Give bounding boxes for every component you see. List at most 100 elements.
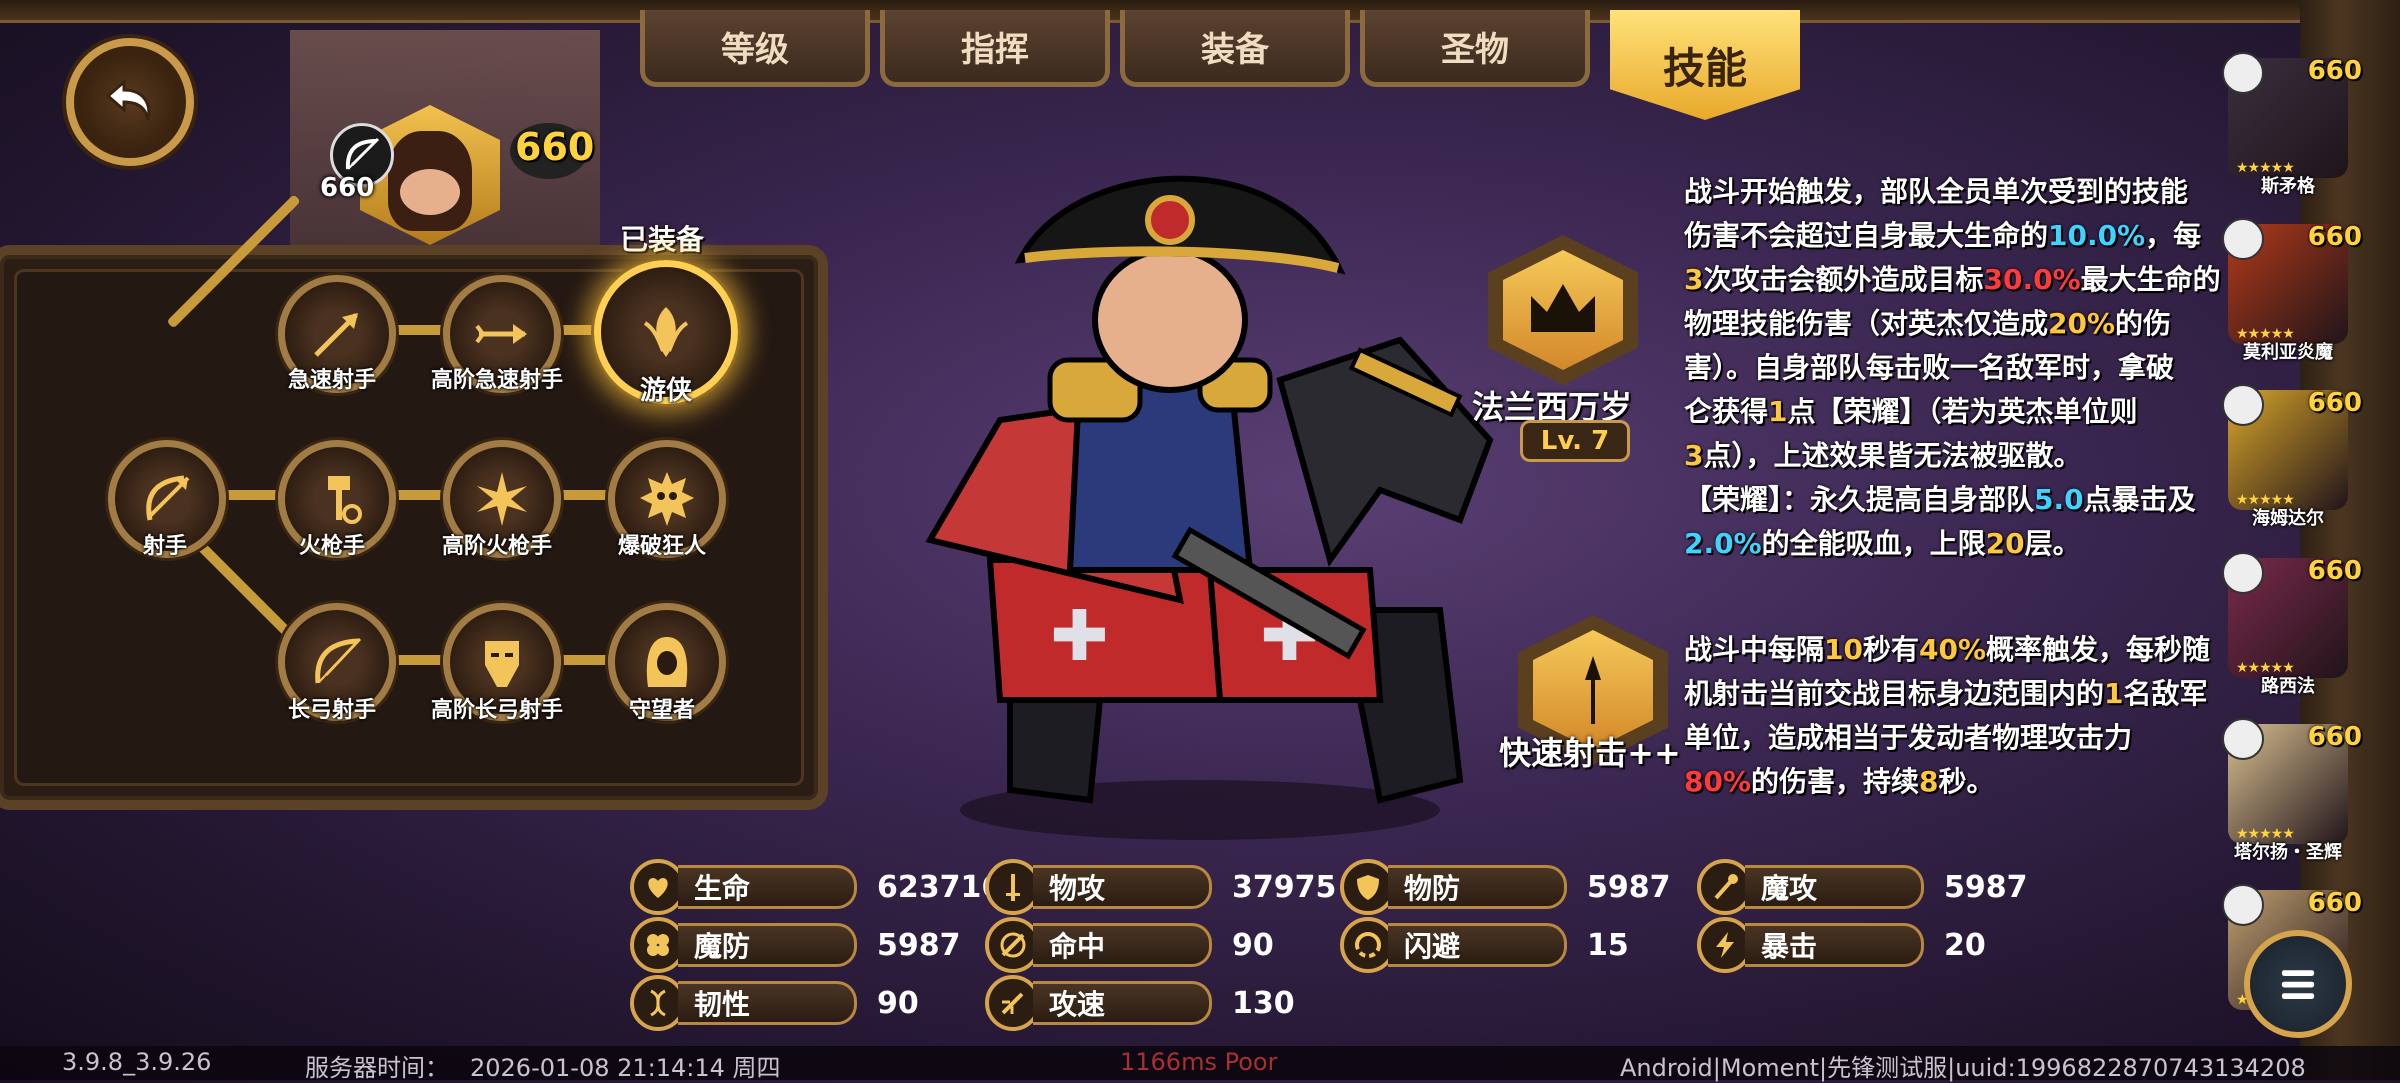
description-line: 伤害不会超过自身最大生命的10.0%，每	[1684, 214, 2244, 258]
hero-card-name: 海姆达尔	[2252, 508, 2324, 529]
stat-dodge[interactable]: 闪避 15	[1340, 917, 1629, 973]
description-segment: 名敌军	[2123, 677, 2208, 710]
description-segment: 80%	[1684, 765, 1752, 798]
stat-label: 物防	[1388, 865, 1567, 909]
description-line: 战斗中每隔10秒有40%概率触发，每秒随	[1684, 628, 2244, 672]
bow-arrow-icon	[146, 475, 190, 521]
class-icon	[2222, 52, 2264, 94]
stat-label: 魔攻	[1745, 865, 1924, 909]
tab-equipment[interactable]: 装备	[1120, 10, 1350, 87]
class-label: 高阶长弓射手	[430, 698, 564, 723]
hood-icon	[646, 637, 688, 687]
tab-skills[interactable]: 技能	[1610, 10, 1800, 120]
description-segment: 伤害不会超过自身最大生命的	[1684, 219, 2049, 252]
description-line: 3点），上述效果皆无法被驱散。	[1684, 434, 2244, 478]
crown-icon	[1531, 284, 1595, 332]
description-segment: 10	[1824, 633, 1863, 666]
description-segment: 单位，造成相当于发动者物理攻击力	[1684, 721, 2133, 754]
stat-sword[interactable]: 物攻 37975	[985, 859, 1336, 915]
hero-card[interactable]: 660 ★★★★★ 海姆达尔	[2218, 380, 2362, 550]
description-line: 【荣耀】：永久提高自身部队5.0点暴击及	[1684, 478, 2244, 522]
class-label: 急速射手	[287, 368, 377, 393]
class-label: 射手	[142, 534, 188, 559]
description-segment: 20	[1985, 527, 2025, 560]
stat-label: 命中	[1033, 923, 1212, 967]
stat-shield[interactable]: 物防 5987	[1340, 859, 1671, 915]
menu-button[interactable]	[2244, 930, 2352, 1038]
stat-staff[interactable]: 魔攻 5987	[1697, 859, 2028, 915]
spear-icon	[1585, 656, 1601, 724]
description-segment: 秒。	[1938, 765, 1995, 798]
stat-clover[interactable]: 魔防 5987	[630, 917, 961, 973]
stat-label: 魔防	[678, 923, 857, 967]
skill-1-level: Lv. 7	[1520, 420, 1630, 462]
description-segment: 次攻击会额外造成目标	[1703, 263, 1984, 296]
hero-card-level: 660	[2307, 888, 2362, 918]
stat-value: 20	[1944, 927, 1986, 963]
longbow-icon	[315, 637, 362, 684]
tab-command[interactable]: 指挥	[880, 10, 1110, 87]
stat-label: 暴击	[1745, 923, 1924, 967]
hero-card-name: 莫利亚炎魔	[2243, 342, 2333, 363]
tab-bar: 等级 指挥 装备 圣物 技能	[640, 10, 1810, 120]
stat-value: 90	[877, 985, 919, 1021]
description-segment: 的伤害，持续	[1751, 765, 1920, 798]
description-segment: 战斗中每隔	[1684, 633, 1825, 666]
class-icon	[2222, 384, 2264, 426]
description-segment: 点【荣耀】（若为英杰单位则	[1787, 395, 2138, 428]
description-segment: 1	[1768, 395, 1788, 428]
description-segment: 的伤	[2115, 307, 2172, 340]
hero-card-name: 路西法	[2261, 676, 2315, 697]
class-label: 爆破狂人	[617, 534, 707, 559]
status-bar: 3.9.8_3.9.26 服务器时间： 2026-01-08 21:14:14 …	[0, 1046, 2400, 1082]
tab-level[interactable]: 等级	[640, 10, 870, 87]
description-segment: 10.0%	[2048, 219, 2146, 252]
stat-value: 15	[1587, 927, 1629, 963]
hero-portrait[interactable]: 660 660	[320, 95, 594, 245]
arrow-icon	[314, 313, 358, 357]
svg-text:✚: ✚	[1050, 595, 1109, 677]
stat-target[interactable]: 命中 90	[985, 917, 1274, 973]
back-arrow-icon	[105, 78, 151, 121]
mask-icon	[485, 641, 519, 687]
class-label: 火枪手	[298, 534, 366, 559]
description-segment: 机射击当前交战目标身边范围内的	[1684, 677, 2105, 710]
stat-label: 闪避	[1388, 923, 1567, 967]
hero-card-name: 斯矛格	[2261, 176, 2315, 197]
description-line: 战斗开始触发，部队全员单次受到的技能	[1684, 170, 2244, 214]
description-line: 仑获得1点【荣耀】（若为英杰单位则	[1684, 390, 2244, 434]
stat-label: 韧性	[678, 981, 857, 1025]
stat-dna[interactable]: 韧性 90	[630, 975, 919, 1031]
hero-card[interactable]: 660 ★★★★★ 莫利亚炎魔	[2218, 214, 2362, 384]
description-segment: 物理技能伤害（对英杰仅造成	[1684, 307, 2049, 340]
stat-value: 5987	[877, 927, 961, 963]
description-segment: 5.0	[2034, 483, 2084, 516]
description-segment: 点），上述效果皆无法被驱散。	[1703, 439, 2082, 472]
hero-card[interactable]: 660 ★★★★★ 塔尔扬・圣辉	[2218, 714, 2362, 884]
class-label: 守望者	[628, 698, 696, 723]
description-line: 3次攻击会额外造成目标30.0%最大生命的	[1684, 258, 2244, 302]
description-segment: 2.0%	[1684, 527, 1762, 560]
device-info: Android|Moment|先锋测试服|uuid:19968228707431…	[1620, 1054, 2306, 1082]
back-button[interactable]	[66, 38, 194, 166]
stat-speed[interactable]: 攻速 130	[985, 975, 1295, 1031]
tab-relic[interactable]: 圣物	[1360, 10, 1590, 87]
description-segment: 秒有	[1862, 633, 1919, 666]
version-text: 3.9.8_3.9.26	[62, 1048, 212, 1076]
description-line: 80%的伤害，持续8秒。	[1684, 760, 2244, 804]
stat-label: 物攻	[1033, 865, 1212, 909]
stat-lightning[interactable]: 暴击 20	[1697, 917, 1986, 973]
hero-card[interactable]: 660 ★★★★★ 路西法	[2218, 548, 2362, 718]
description-line: 机射击当前交战目标身边范围内的1名敌军	[1684, 672, 2244, 716]
class-icon	[2222, 884, 2264, 926]
hero-card[interactable]: 660 ★★★★★ 斯矛格	[2218, 48, 2362, 218]
server-time: 2026-01-08 21:14:14 周四	[470, 1054, 781, 1082]
stat-value: 5987	[1944, 869, 2028, 905]
skill-2-name: 快速射击++	[1499, 734, 1681, 772]
stat-heart[interactable]: 生命 623716	[630, 859, 1002, 915]
description-segment: 的全能吸血，上限	[1761, 527, 1986, 560]
hero-card-level: 660	[2307, 722, 2362, 752]
starburst-icon	[477, 472, 527, 526]
skill-2-description: 战斗中每隔10秒有40%概率触发，每秒随 机射击当前交战目标身边范围内的1名敌军单…	[1684, 628, 2244, 804]
hero-level-small: 660	[320, 173, 375, 203]
